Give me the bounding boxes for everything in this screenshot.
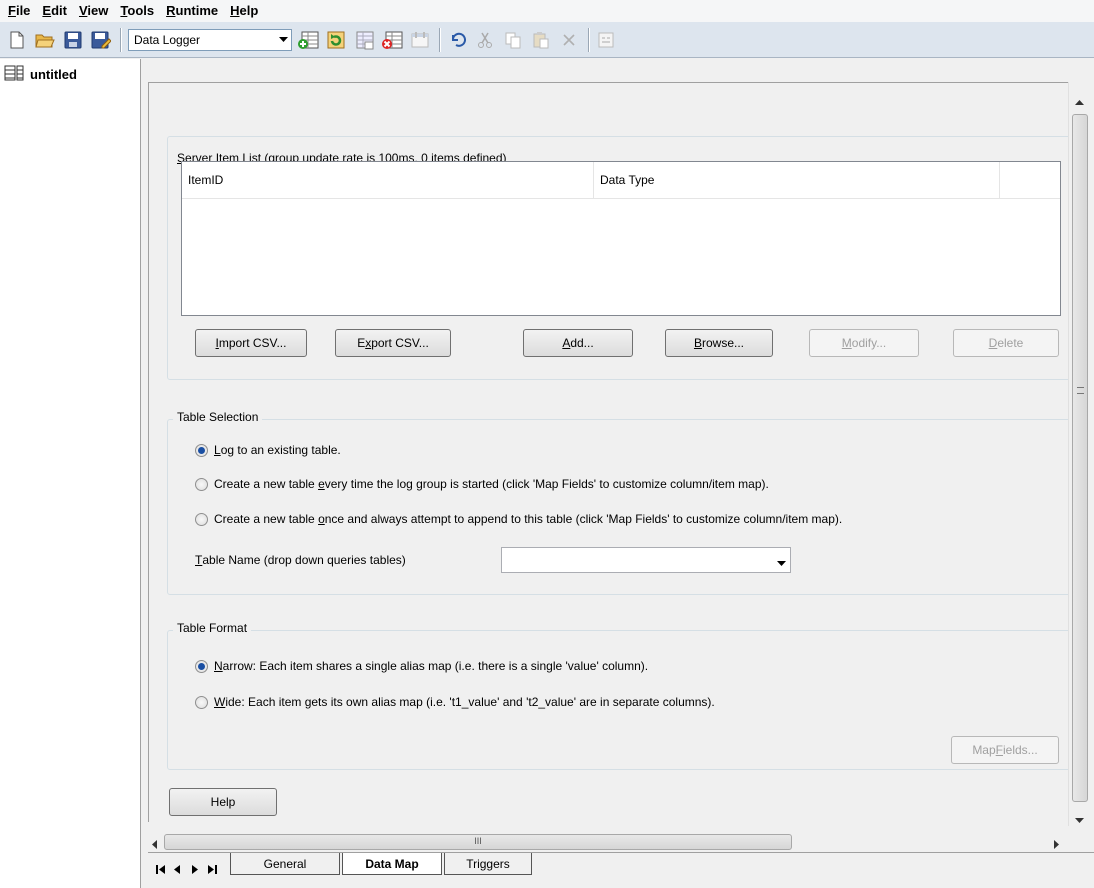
menu-help[interactable]: Help: [226, 0, 266, 22]
first-tab-icon[interactable]: [156, 865, 165, 876]
menu-tools[interactable]: Tools: [116, 0, 162, 22]
browse-button[interactable]: Browse...: [665, 329, 773, 357]
new-icon[interactable]: [4, 27, 30, 53]
tree-node-untitled[interactable]: untitled: [0, 59, 140, 86]
column-header-empty: [1000, 162, 1060, 198]
save-icon[interactable]: [60, 27, 86, 53]
menu-file[interactable]: File: [4, 0, 38, 22]
radio-new-table-once[interactable]: [195, 512, 208, 526]
add-log-group-icon[interactable]: [295, 27, 321, 53]
project-icon: [4, 63, 24, 86]
grip-icon: [1077, 387, 1084, 394]
grip-icon: III: [474, 836, 482, 846]
scroll-down-icon[interactable]: [1075, 812, 1084, 826]
delete-icon[interactable]: [556, 27, 582, 53]
cut-icon[interactable]: [472, 27, 498, 53]
next-tab-icon[interactable]: [192, 865, 198, 876]
menu-bar: File Edit View Tools Runtime Help: [0, 0, 1094, 22]
tab-triggers[interactable]: Triggers: [444, 853, 532, 875]
column-header-data-type[interactable]: Data Type: [594, 162, 1000, 198]
plugin-selector-value: Data Logger: [134, 32, 201, 47]
modify-button[interactable]: Modify...: [809, 329, 919, 357]
copy-log-group-icon[interactable]: [351, 27, 377, 53]
save-as-icon[interactable]: [88, 27, 114, 53]
scroll-left-icon[interactable]: [152, 838, 157, 852]
plugin-selector[interactable]: Data Logger: [128, 28, 292, 51]
last-tab-icon[interactable]: [208, 865, 217, 876]
help-button[interactable]: Help: [169, 788, 277, 816]
tab-data-map[interactable]: Data Map: [342, 853, 442, 875]
quick-client-icon[interactable]: [593, 27, 619, 53]
vertical-scrollbar[interactable]: [1068, 82, 1090, 826]
table-selection-legend: Table Selection: [173, 410, 263, 424]
copy-icon[interactable]: [500, 27, 526, 53]
option-wide-format[interactable]: Wide: Each item gets its own alias map (…: [195, 695, 715, 709]
undo-icon[interactable]: [444, 27, 470, 53]
radio-wide-format[interactable]: [195, 695, 208, 709]
open-icon[interactable]: [32, 27, 58, 53]
previous-tab-icon[interactable]: [174, 865, 180, 876]
tree-node-label: untitled: [30, 67, 77, 82]
column-header-itemid[interactable]: ItemID: [182, 162, 594, 198]
data-map-panel: Server Item List (group update rate is 1…: [148, 82, 1085, 822]
tab-strip: General Data Map Triggers: [148, 852, 1094, 888]
scroll-right-icon[interactable]: [1054, 838, 1059, 852]
toolbar-separator: [588, 27, 589, 52]
chevron-down-icon[interactable]: [777, 555, 786, 569]
table-format-legend: Table Format: [173, 621, 252, 635]
delete-log-group-icon[interactable]: [379, 27, 405, 53]
menu-runtime[interactable]: Runtime: [162, 0, 226, 22]
scroll-up-icon[interactable]: [1075, 94, 1084, 108]
table-name-label: Table Name (drop down queries tables): [195, 553, 406, 567]
paste-icon[interactable]: [528, 27, 554, 53]
delete-button[interactable]: Delete: [953, 329, 1059, 357]
toolbar: Data Logger: [0, 22, 1094, 58]
tab-general[interactable]: General: [230, 853, 340, 875]
table-name-dropdown[interactable]: [501, 547, 791, 573]
map-fields-button[interactable]: Map Fields...: [951, 736, 1059, 764]
project-tree: untitled: [0, 59, 141, 888]
option-narrow-format[interactable]: Narrow: Each item shares a single alias …: [195, 659, 648, 673]
option-new-table-once[interactable]: Create a new table once and always attem…: [195, 512, 842, 526]
vertical-scroll-thumb[interactable]: [1072, 114, 1088, 802]
radio-narrow-format[interactable]: [195, 659, 208, 673]
menu-view[interactable]: View: [75, 0, 116, 22]
server-item-listview[interactable]: ItemID Data Type: [181, 161, 1061, 316]
menu-edit[interactable]: Edit: [38, 0, 75, 22]
horizontal-scroll-thumb[interactable]: III: [164, 834, 792, 850]
refresh-icon[interactable]: [323, 27, 349, 53]
toolbar-separator: [120, 27, 121, 52]
option-new-table-every-time[interactable]: Create a new table every time the log gr…: [195, 477, 769, 491]
chevron-down-icon[interactable]: [275, 30, 291, 50]
horizontal-scrollbar[interactable]: III: [148, 832, 1068, 852]
option-log-existing-table[interactable]: Log to an existing table.: [195, 443, 341, 457]
export-csv-button[interactable]: Ex port CSV...: [335, 329, 451, 357]
import-csv-button[interactable]: Import CSV...: [195, 329, 307, 357]
add-button[interactable]: Add...: [523, 329, 633, 357]
radio-new-table-every-time[interactable]: [195, 477, 208, 491]
properties-icon[interactable]: [407, 27, 433, 53]
toolbar-separator: [439, 27, 440, 52]
listview-header: ItemID Data Type: [182, 162, 1060, 199]
radio-log-existing-table[interactable]: [195, 443, 208, 457]
